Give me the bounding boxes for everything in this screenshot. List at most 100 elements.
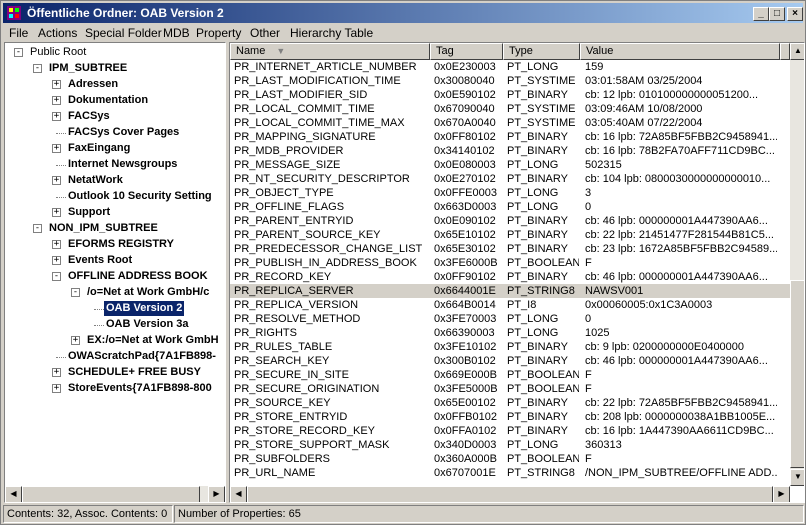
table-row[interactable]: PR_LAST_MODIFICATION_TIME 0x30080040 PT_SY… xyxy=(230,74,790,88)
tree-item[interactable]: - NON_IPM_SUBTREE xyxy=(5,221,225,237)
table-row[interactable]: PR_RESOLVE_METHOD 0x3FE70003 PT_LONG 0 xyxy=(230,312,790,326)
title-bar[interactable]: Öffentliche Ordner: OAB Version 2 _ □ × xyxy=(3,3,803,23)
table-row[interactable]: PR_OFFLINE_FLAGS 0x663D0003 PT_LONG 0 xyxy=(230,200,790,214)
tree-item[interactable]: + NetatWork xyxy=(5,173,225,189)
expand-icon[interactable]: + xyxy=(52,80,61,89)
table-row[interactable]: PR_STORE_SUPPORT_MASK 0x340D0003 PT_LONG 36… xyxy=(230,438,790,452)
table-row[interactable]: PR_PREDECESSOR_CHANGE_LIST 0x65E30102 PT_B… xyxy=(230,242,790,256)
scroll-right-arrow-icon[interactable]: ▶ xyxy=(208,486,225,502)
scroll-left-arrow-icon[interactable]: ◀ xyxy=(5,486,22,502)
table-row[interactable]: PR_INTERNET_ARTICLE_NUMBER 0x0E230003 PT_L… xyxy=(230,60,790,74)
table-row[interactable]: PR_URL_NAME 0x6707001E PT_STRING8/NON_IPM_… xyxy=(230,466,790,480)
table-row[interactable]: PR_MESSAGE_SIZE 0x0E080003 PT_LONG 502315 xyxy=(230,158,790,172)
table-row[interactable]: PR_STORE_RECORD_KEY 0x0FFA0102 PT_BINARY cb… xyxy=(230,424,790,438)
tree-item[interactable]: + Events Root xyxy=(5,253,225,269)
column-header-value[interactable]: Value xyxy=(580,43,780,60)
tree-item[interactable]: - OFFLINE ADDRESS BOOK xyxy=(5,269,225,285)
tree-item[interactable]: + EX:/o=Net at Work GmbH xyxy=(5,333,225,349)
tree-item[interactable]: - Public Root xyxy=(5,45,225,61)
list-vertical-scrollbar[interactable]: ▲ ▼ xyxy=(790,43,804,486)
tree-item[interactable]: FACSys Cover Pages xyxy=(5,125,225,141)
menu-other[interactable]: Other xyxy=(250,26,280,40)
tree-item[interactable]: Internet Newsgroups xyxy=(5,157,225,173)
table-row[interactable]: PR_RECORD_KEY 0x0FF90102 PT_BINARY cb: 46 l… xyxy=(230,270,790,284)
list-scroll-right-arrow-icon[interactable]: ▶ xyxy=(773,486,790,502)
expand-icon[interactable]: + xyxy=(52,384,61,393)
tree-scroll-thumb[interactable] xyxy=(22,486,200,502)
tree-item[interactable]: OAB Version 2 xyxy=(5,301,225,317)
expand-icon[interactable]: + xyxy=(52,144,61,153)
menu-actions[interactable]: Actions xyxy=(38,26,77,40)
collapse-icon[interactable]: - xyxy=(52,272,61,281)
table-row[interactable]: PR_SEARCH_KEY 0x300B0102 PT_BINARY cb: 46 l… xyxy=(230,354,790,368)
table-row[interactable]: PR_STORE_ENTRYID 0x0FFB0102 PT_BINARY cb: 2… xyxy=(230,410,790,424)
table-row[interactable]: PR_PARENT_SOURCE_KEY 0x65E10102 PT_BINARY c… xyxy=(230,228,790,242)
expand-icon[interactable]: + xyxy=(52,112,61,121)
menu-hierarchy-table[interactable]: Hierarchy Table xyxy=(290,26,373,40)
table-row[interactable]: PR_NT_SECURITY_DESCRIPTOR 0x0E270102 PT_BI… xyxy=(230,172,790,186)
table-row[interactable]: PR_RULES_TABLE 0x3FE10102 PT_BINARY cb: 9 l… xyxy=(230,340,790,354)
tree-item[interactable]: OAB Version 3a xyxy=(5,317,225,333)
tree-item[interactable]: Outlook 10 Security Setting xyxy=(5,189,225,205)
tree-item[interactable]: + Adressen xyxy=(5,77,225,93)
table-row[interactable]: PR_SOURCE_KEY 0x65E00102 PT_BINARY cb: 22 l… xyxy=(230,396,790,410)
menu-mdb[interactable]: MDB xyxy=(163,26,190,40)
table-row[interactable]: PR_SECURE_ORIGINATION 0x3FE5000B PT_BOOLEA… xyxy=(230,382,790,396)
tree-item[interactable]: + Support xyxy=(5,205,225,221)
collapse-icon[interactable]: - xyxy=(14,48,23,57)
maximize-button[interactable]: □ xyxy=(769,7,785,21)
table-row[interactable]: PR_REPLICA_SERVER 0x6644001E PT_STRING8 NAW… xyxy=(230,284,790,298)
list-horizontal-scrollbar[interactable]: ◀ ▶ xyxy=(230,486,790,502)
table-row[interactable]: PR_PARENT_ENTRYID 0x0E090102 PT_BINARY cb: … xyxy=(230,214,790,228)
property-list[interactable]: Name ▼ Tag Type Value PR_INTERNET_ARTICL… xyxy=(229,42,805,503)
expand-icon[interactable]: + xyxy=(52,96,61,105)
tree-item[interactable]: + Dokumentation xyxy=(5,93,225,109)
close-button[interactable]: × xyxy=(787,7,803,21)
scroll-down-arrow-icon[interactable]: ▼ xyxy=(790,469,804,486)
cell-tag: 0x0FFA0102 xyxy=(434,425,497,437)
column-header-tag[interactable]: Tag xyxy=(430,43,503,60)
minimize-button[interactable]: _ xyxy=(753,7,769,21)
table-row[interactable]: PR_SECURE_IN_SITE 0x669E000B PT_BOOLEAN F xyxy=(230,368,790,382)
expand-icon[interactable]: + xyxy=(52,256,61,265)
expand-icon[interactable]: + xyxy=(52,368,61,377)
collapse-icon[interactable]: - xyxy=(33,224,42,233)
tree-item[interactable]: + EFORMS REGISTRY xyxy=(5,237,225,253)
expand-icon[interactable]: + xyxy=(52,240,61,249)
table-row[interactable]: PR_RIGHTS 0x66390003 PT_LONG 1025 xyxy=(230,326,790,340)
menu-special-folder[interactable]: Special Folder xyxy=(85,26,162,40)
list-scroll-thumb[interactable] xyxy=(790,280,804,468)
table-row[interactable]: PR_MAPPING_SIGNATURE 0x0FF80102 PT_BINARY c… xyxy=(230,130,790,144)
tree-item[interactable]: + FACSys xyxy=(5,109,225,125)
table-row[interactable]: PR_OBJECT_TYPE 0x0FFE0003 PT_LONG 3 xyxy=(230,186,790,200)
expand-icon[interactable]: + xyxy=(52,176,61,185)
list-scroll-left-arrow-icon[interactable]: ◀ xyxy=(230,486,247,502)
tree-item[interactable]: - IPM_SUBTREE xyxy=(5,61,225,77)
table-row[interactable]: PR_PUBLISH_IN_ADDRESS_BOOK 0x3FE6000B PT_B… xyxy=(230,256,790,270)
table-row[interactable]: PR_MDB_PROVIDER 0x34140102 PT_BINARY cb: 16… xyxy=(230,144,790,158)
tree-item[interactable]: OWAScratchPad{7A1FB898- xyxy=(5,349,225,365)
collapse-icon[interactable]: - xyxy=(33,64,42,73)
table-row[interactable]: PR_LOCAL_COMMIT_TIME 0x67090040 PT_SYSTIME… xyxy=(230,102,790,116)
menu-file[interactable]: File xyxy=(9,26,28,40)
table-row[interactable]: PR_LOCAL_COMMIT_TIME_MAX 0x670A0040 PT_SYS… xyxy=(230,116,790,130)
expand-icon[interactable]: + xyxy=(71,336,80,345)
tree-item[interactable]: -/o=Net at Work GmbH/c xyxy=(5,285,225,301)
table-row[interactable]: PR_SUBFOLDERS 0x360A000B PT_BOOLEAN F xyxy=(230,452,790,466)
scroll-up-arrow-icon[interactable]: ▲ xyxy=(790,43,804,60)
table-row[interactable]: PR_LAST_MODIFIER_SID 0x0E590102 PT_BINARY c… xyxy=(230,88,790,102)
column-header-extra[interactable] xyxy=(780,43,790,60)
list-hscroll-thumb[interactable] xyxy=(247,486,773,502)
tree-item[interactable]: + SCHEDULE+ FREE BUSY xyxy=(5,365,225,381)
column-header-type[interactable]: Type xyxy=(503,43,580,60)
column-header-name[interactable]: Name ▼ xyxy=(230,43,430,60)
tree-item[interactable]: + StoreEvents{7A1FB898-800 xyxy=(5,381,225,397)
table-row[interactable]: PR_REPLICA_VERSION 0x664B0014 PT_I8 0x00060… xyxy=(230,298,790,312)
collapse-icon[interactable]: - xyxy=(71,288,80,297)
tree-item-label: FACSys Cover Pages xyxy=(68,126,180,138)
menu-property[interactable]: Property xyxy=(196,26,241,40)
folder-tree[interactable]: - Public Root - IPM_SUBTREE + Adressen + Dokume… xyxy=(4,42,226,503)
tree-item[interactable]: + FaxEingang xyxy=(5,141,225,157)
tree-horizontal-scrollbar[interactable]: ◀ ▶ xyxy=(5,486,225,502)
expand-icon[interactable]: + xyxy=(52,208,61,217)
